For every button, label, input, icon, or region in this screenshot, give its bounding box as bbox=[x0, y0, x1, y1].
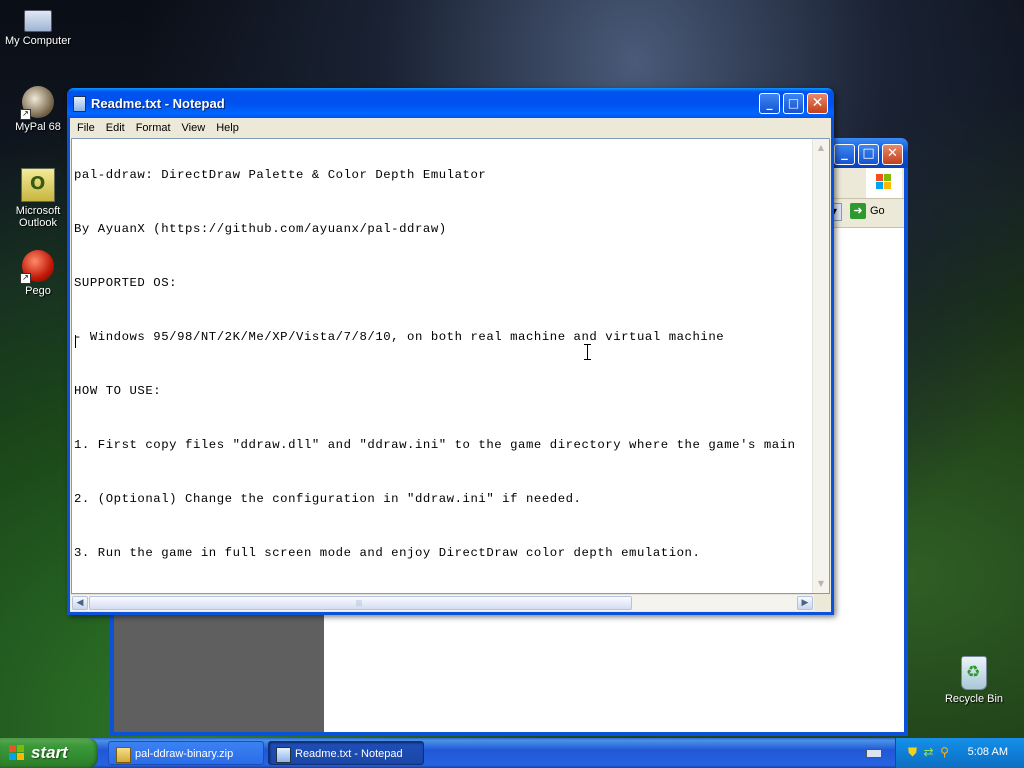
outlook-icon bbox=[21, 168, 55, 202]
ibeam-cursor-icon bbox=[584, 344, 592, 360]
menu-help[interactable]: Help bbox=[211, 122, 245, 134]
taskbar: start pal-ddraw-binary.zip Readme.txt - … bbox=[0, 738, 1024, 768]
network-icon[interactable]: ⇄ bbox=[922, 746, 935, 759]
text-line: 1. First copy files "ddraw.dll" and "ddr… bbox=[74, 438, 796, 452]
scroll-down-icon[interactable]: ▼ bbox=[814, 577, 828, 591]
minimize-button[interactable]: _ bbox=[759, 93, 780, 114]
text-line: - Windows 95/98/NT/2K/Me/XP/Vista/7/8/10… bbox=[74, 330, 725, 344]
go-label: Go bbox=[870, 205, 885, 217]
recycle-bin-icon bbox=[961, 656, 987, 690]
menu-file[interactable]: File bbox=[72, 122, 101, 134]
menu-edit[interactable]: Edit bbox=[101, 122, 131, 134]
scroll-right-icon[interactable]: ▶ bbox=[797, 596, 813, 610]
maximize-button[interactable]: □ bbox=[783, 93, 804, 114]
go-arrow-icon: ➜ bbox=[850, 203, 866, 219]
taskbar-button-label: Readme.txt - Notepad bbox=[295, 748, 403, 760]
shortcut-arrow-icon: ↗ bbox=[20, 109, 31, 120]
text-line: SUPPORTED OS: bbox=[74, 276, 178, 290]
search-icon[interactable]: ⚲ bbox=[938, 746, 951, 759]
menu-view[interactable]: View bbox=[177, 122, 212, 134]
notepad-icon bbox=[276, 747, 291, 763]
text-line: 3. Run the game in full screen mode and … bbox=[74, 546, 701, 560]
scroll-left-icon[interactable]: ◀ bbox=[72, 596, 88, 610]
desktop-icon-label: My Computer bbox=[4, 35, 72, 47]
scroll-thumb[interactable]: ||| bbox=[89, 596, 632, 610]
notepad-titlebar[interactable]: Readme.txt - Notepad _ □ ✕ bbox=[67, 88, 834, 118]
text-line: By AyuanX (https://github.com/ayuanx/pal… bbox=[74, 222, 447, 236]
clock[interactable]: 5:08 AM bbox=[968, 746, 1008, 758]
notepad-icon bbox=[73, 96, 86, 112]
desktop-icon-label: Pego bbox=[25, 285, 51, 297]
grip-icon: ||| bbox=[356, 600, 363, 607]
horizontal-scrollbar[interactable]: ◀ ||| ▶ bbox=[71, 594, 814, 611]
vertical-scrollbar[interactable]: ▲ ▼ bbox=[812, 139, 829, 593]
computer-icon bbox=[24, 10, 52, 32]
notepad-window[interactable]: Readme.txt - Notepad _ □ ✕ File Edit For… bbox=[67, 88, 834, 615]
menu-format[interactable]: Format bbox=[131, 122, 177, 134]
taskbar-button-label: pal-ddraw-binary.zip bbox=[135, 748, 234, 760]
scroll-up-icon[interactable]: ▲ bbox=[814, 141, 828, 155]
keyboard-icon[interactable] bbox=[866, 749, 882, 758]
zip-folder-icon bbox=[116, 747, 131, 763]
go-button[interactable]: ➜ Go bbox=[850, 203, 900, 223]
text-line: HOW TO USE: bbox=[74, 384, 162, 398]
windows-logo-icon bbox=[866, 168, 902, 198]
windows-flag-icon bbox=[9, 745, 26, 762]
minimize-button[interactable]: _ bbox=[834, 144, 855, 165]
text-editor[interactable]: pal-ddraw: DirectDraw Palette & Color De… bbox=[71, 138, 830, 594]
taskbar-button-notepad[interactable]: Readme.txt - Notepad bbox=[268, 741, 424, 765]
text-caret bbox=[75, 335, 76, 348]
desktop-icon-label: MyPal 68 bbox=[15, 121, 61, 133]
security-shield-icon[interactable]: ⛊ bbox=[906, 746, 919, 759]
desktop-icon-mypal[interactable]: ↗ MyPal 68 bbox=[0, 86, 76, 133]
notepad-body: File Edit Format View Help pal-ddraw: Di… bbox=[70, 118, 831, 612]
text-content: pal-ddraw: DirectDraw Palette & Color De… bbox=[74, 140, 811, 593]
mypal-browser-icon: ↗ bbox=[20, 86, 54, 120]
start-label: start bbox=[31, 743, 68, 762]
desktop-icon-recycle-bin[interactable]: Recycle Bin bbox=[936, 656, 1012, 705]
desktop-icon-label: Microsoft Outlook bbox=[15, 205, 61, 229]
resize-grip[interactable] bbox=[814, 595, 830, 611]
maximize-button[interactable]: □ bbox=[858, 144, 879, 165]
shortcut-arrow-icon: ↗ bbox=[20, 273, 31, 284]
window-title: Readme.txt - Notepad bbox=[91, 96, 225, 111]
taskbar-button-zip[interactable]: pal-ddraw-binary.zip bbox=[108, 741, 264, 765]
close-button[interactable]: ✕ bbox=[882, 144, 903, 165]
desktop-icon-label: Recycle Bin bbox=[944, 693, 1004, 705]
desktop-icon-outlook[interactable]: Microsoft Outlook bbox=[0, 168, 76, 229]
pego-icon: ↗ bbox=[20, 250, 54, 284]
desktop-icon-pego[interactable]: ↗ Pego bbox=[0, 250, 76, 297]
system-tray: ⛊ ⇄ ⚲ 5:08 AM bbox=[895, 738, 1024, 768]
text-line: pal-ddraw: DirectDraw Palette & Color De… bbox=[74, 168, 487, 182]
start-button[interactable]: start bbox=[0, 738, 98, 768]
desktop-icon-my-computer[interactable]: My Computer bbox=[0, 4, 76, 47]
menu-bar: File Edit Format View Help bbox=[70, 118, 831, 139]
close-button[interactable]: ✕ bbox=[807, 93, 828, 114]
text-line: 2. (Optional) Change the configuration i… bbox=[74, 492, 582, 506]
